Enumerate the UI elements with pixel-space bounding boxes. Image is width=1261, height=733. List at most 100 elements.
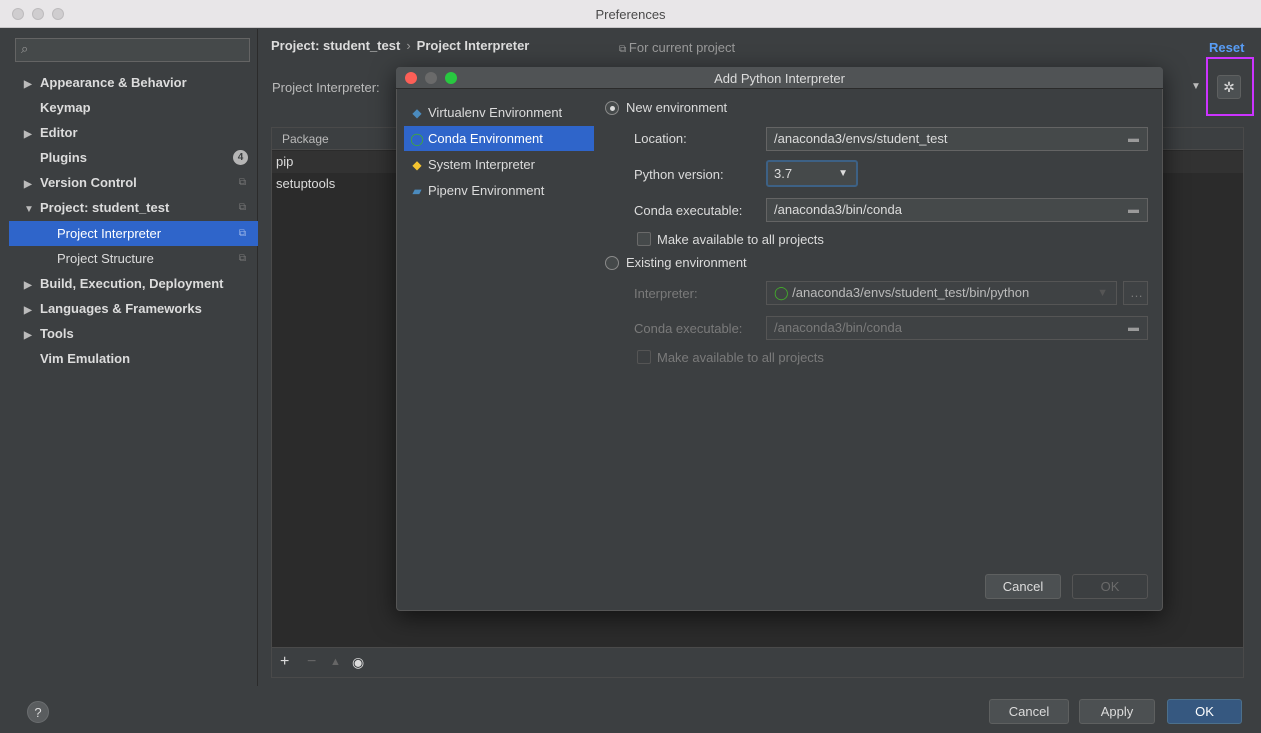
new-environment-radio[interactable] [605,101,619,115]
sidebar-item-label: Editor [40,125,78,140]
upgrade-package-icon[interactable]: ▲ [330,656,341,668]
browse-interpreter-button[interactable]: … [1123,281,1148,305]
expand-arrow-icon: ▶ [24,79,32,90]
project-scope-icon: ⧉ [238,228,246,239]
sidebar-item-label: Appearance & Behavior [40,75,187,90]
python-icon: ◆ [412,158,422,172]
interpreter-dropdown-arrow[interactable]: ▼ [1185,73,1207,101]
breadcrumb-separator: › [406,38,411,53]
sidebar-item-label: Project Structure [57,251,154,266]
project-interpreter-label: Project Interpreter: [272,80,380,95]
expand-arrow-icon: ▶ [24,179,32,190]
sidebar-item-appearance[interactable]: ▶ Appearance & Behavior [0,70,258,95]
conda-executable-value: /anaconda3/bin/conda [774,202,902,217]
expand-arrow-icon: ▶ [24,330,32,341]
dialog-ok-button[interactable]: OK [1072,574,1148,599]
apply-button[interactable]: Apply [1079,699,1155,724]
existing-make-available-checkbox[interactable] [637,350,651,364]
dialog-title-bar: Add Python Interpreter [396,67,1163,89]
packages-toolbar: + − ▲ ◉ [271,648,1244,678]
reset-link[interactable]: Reset [1209,40,1244,55]
existing-environment-label: Existing environment [626,255,747,270]
conda-icon: ◯ [410,132,424,146]
interpreter-value: /anaconda3/envs/student_test/bin/python [792,285,1030,300]
ok-button[interactable]: OK [1167,699,1242,724]
sidebar-item-label: Tools [40,326,74,341]
new-environment-label: New environment [626,100,728,115]
location-label: Location: [634,131,687,146]
conda-icon: ◯ [774,285,793,300]
expand-arrow-icon: ▶ [24,129,32,140]
sidebar-item-label: Languages & Frameworks [40,301,202,316]
window-title-bar: Preferences [0,0,1261,28]
sidebar-item-languages[interactable]: ▶ Languages & Frameworks [0,296,258,321]
sidebar-item-build[interactable]: ▶ Build, Execution, Deployment [0,271,258,296]
project-scope-icon: ⧉ [238,253,246,264]
remove-package-icon[interactable]: − [307,653,316,671]
search-icon: ⌕ [21,41,29,56]
sidebar-item-vim-emulation[interactable]: Vim Emulation [0,346,258,371]
sidebar-item-label: Keymap [40,100,91,115]
settings-search-input[interactable]: ⌕ [15,38,250,62]
make-available-checkbox[interactable] [637,232,651,246]
sidebar-item-plugins[interactable]: Plugins 4 [0,145,258,170]
sidebar-item-label: Project: student_test [40,200,170,215]
env-type-system[interactable]: ◆ System Interpreter [404,152,594,177]
cancel-button[interactable]: Cancel [989,699,1069,724]
project-scope-icon: ⧉ [238,177,246,188]
folder-icon[interactable]: ▬ [1128,317,1139,339]
sidebar-item-project-structure[interactable]: Project Structure ⧉ [0,246,258,271]
highlight-annotation-box [1206,57,1254,116]
for-current-project-label: For current project [628,40,736,55]
python-version-value: 3.7 [774,166,793,181]
sidebar-item-tools[interactable]: ▶ Tools [0,321,258,346]
sidebar-item-project[interactable]: ▼ Project: student_test ⧉ [0,195,258,220]
for-current-project-note: ⧉ For current project [619,40,735,55]
expand-arrow-icon: ▶ [24,280,32,291]
sidebar-item-keymap[interactable]: Keymap [0,95,258,120]
sidebar-item-editor[interactable]: ▶ Editor [0,120,258,145]
expand-arrow-icon: ▶ [24,305,32,316]
folder-icon[interactable]: ▬ [1128,199,1139,221]
breadcrumb-page: Project Interpreter [416,38,530,53]
sidebar-item-project-interpreter[interactable]: Project Interpreter ⧉ [9,221,258,246]
python-version-select[interactable]: 3.7 ▼ [766,160,858,187]
existing-conda-executable-value: /anaconda3/bin/conda [774,320,902,335]
sidebar-item-label: Plugins [40,150,87,165]
env-type-label: Conda Environment [428,131,543,146]
chevron-down-icon: ▼ [1097,287,1108,299]
env-type-virtualenv[interactable]: ◆ Virtualenv Environment [404,100,594,125]
sidebar-item-label: Project Interpreter [57,226,162,241]
project-scope-icon: ⧉ [238,202,246,213]
chevron-down-icon: ▼ [838,168,848,179]
env-type-label: System Interpreter [428,157,535,172]
window-title: Preferences [595,7,666,22]
location-value: /anaconda3/envs/student_test [774,131,948,146]
show-early-releases-eye-icon[interactable]: ◉ [352,654,364,671]
conda-executable-label: Conda executable: [634,203,743,218]
breadcrumb: Project: student_test › Project Interprete… [271,38,529,53]
interpreter-select[interactable]: ◯ /anaconda3/envs/student_test/bin/pytho… [766,281,1117,305]
dialog-title: Add Python Interpreter [714,71,845,86]
env-type-conda[interactable]: ◯ Conda Environment [404,126,594,151]
sidebar-item-label: Vim Emulation [40,351,131,366]
conda-executable-field[interactable]: /anaconda3/bin/conda ▬ [766,198,1148,222]
help-button[interactable]: ? [27,701,49,723]
collapse-arrow-icon: ▼ [24,204,34,215]
env-type-label: Virtualenv Environment [428,105,563,120]
interpreter-label: Interpreter: [634,286,698,301]
folder-icon[interactable]: ▬ [1128,128,1139,150]
add-package-icon[interactable]: + [280,653,289,671]
existing-environment-radio[interactable] [605,256,619,270]
existing-conda-executable-label: Conda executable: [634,321,743,336]
sidebar-item-label: Build, Execution, Deployment [40,276,224,291]
pipenv-icon: ▰ [412,184,422,198]
existing-conda-executable-field[interactable]: /anaconda3/bin/conda ▬ [766,316,1148,340]
virtualenv-icon: ◆ [412,106,422,120]
env-type-label: Pipenv Environment [428,183,545,198]
location-field[interactable]: /anaconda3/envs/student_test ▬ [766,127,1148,151]
env-type-pipenv[interactable]: ▰ Pipenv Environment [404,178,594,203]
sidebar-item-version-control[interactable]: ▶ Version Control ⧉ [0,170,258,195]
dialog-cancel-button[interactable]: Cancel [985,574,1061,599]
sidebar-item-label: Version Control [40,175,137,190]
